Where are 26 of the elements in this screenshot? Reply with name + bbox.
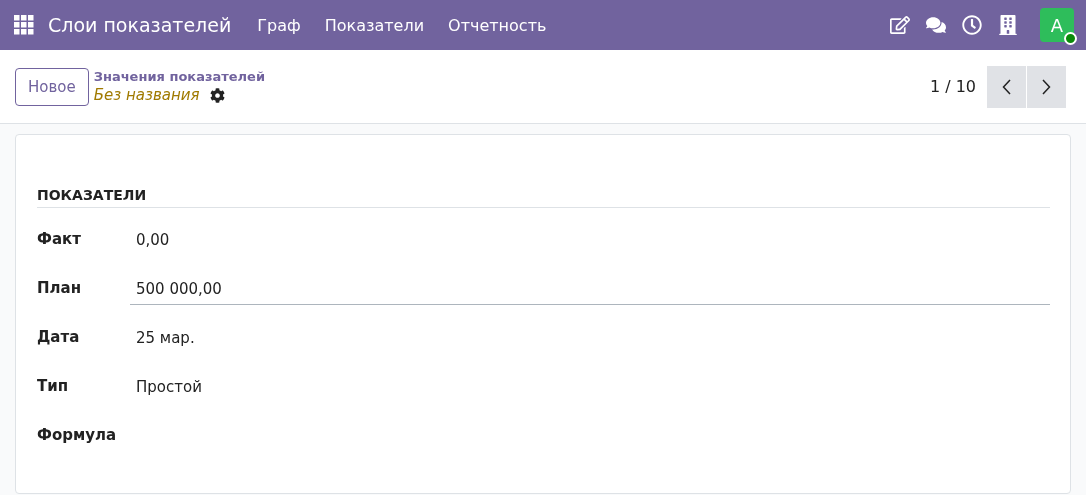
pager-counter[interactable]: 1 / 10 xyxy=(929,77,976,96)
input-field[interactable]: Простой xyxy=(130,374,1050,403)
chevron-left-icon xyxy=(1002,78,1011,95)
menu-item[interactable]: Граф xyxy=(257,15,301,35)
section-title: ПОКАЗАТЕЛИ xyxy=(37,187,1050,208)
menu-item[interactable]: Отчетность xyxy=(448,15,547,35)
apps-menu-icon[interactable] xyxy=(14,15,34,35)
edit-icon[interactable] xyxy=(890,15,910,35)
field-label: Дата xyxy=(37,328,81,346)
field-label: Тип xyxy=(37,377,70,395)
app-title[interactable]: Слои показателей xyxy=(48,14,232,36)
menu-item[interactable]: Показатели xyxy=(324,15,425,35)
building-icon[interactable] xyxy=(998,15,1018,35)
record-name: Без названия xyxy=(93,86,200,104)
breadcrumb-link[interactable]: Значения показателей xyxy=(93,69,266,84)
field-label: План xyxy=(37,279,83,297)
chat-icon[interactable] xyxy=(926,15,946,35)
clock-icon[interactable] xyxy=(962,15,982,35)
input-field[interactable]: 500 000,00 xyxy=(130,276,1050,305)
field-label: Факт xyxy=(37,230,82,248)
input-field[interactable]: 0,00 xyxy=(130,227,1050,256)
chevron-right-icon xyxy=(1042,78,1051,95)
settings-icon[interactable] xyxy=(209,87,225,103)
new-button[interactable]: Новое xyxy=(15,67,89,106)
field-label: Формула xyxy=(37,426,118,444)
input-field[interactable]: 25 мар. xyxy=(130,325,1050,354)
